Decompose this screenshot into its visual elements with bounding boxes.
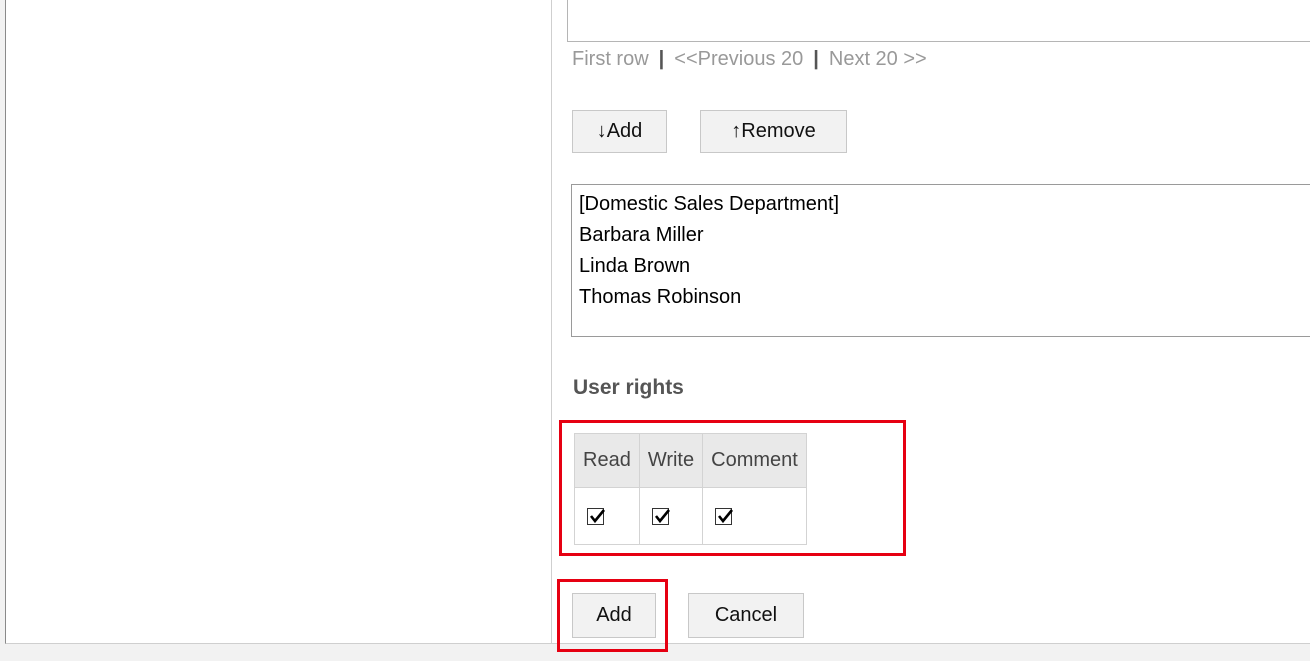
first-row-link: First row [572,48,649,70]
list-item[interactable]: [Domestic Sales Department] [579,189,1310,220]
list-item[interactable]: Linda Brown [579,251,1310,282]
rights-highlight-box [559,420,906,556]
left-pane [6,0,552,643]
list-item[interactable]: Barbara Miller [579,220,1310,251]
add-member-button[interactable]: ↓Add [572,110,667,153]
selected-members-list[interactable]: [Domestic Sales Department] Barbara Mill… [571,184,1310,337]
remove-member-button[interactable]: ↑Remove [700,110,847,153]
candidate-list-box[interactable] [567,0,1310,42]
pager-separator: | [813,48,819,70]
pager: First row | <<Previous 20 | Next 20 >> [572,48,927,71]
pager-separator: | [658,48,665,70]
list-item[interactable]: Thomas Robinson [579,282,1310,313]
cancel-button[interactable]: Cancel [688,593,804,638]
previous-20-link: <<Previous 20 [674,48,804,70]
add-highlight-box [557,579,668,652]
next-20-link: Next 20 >> [828,48,927,70]
user-rights-title: User rights [573,376,684,399]
